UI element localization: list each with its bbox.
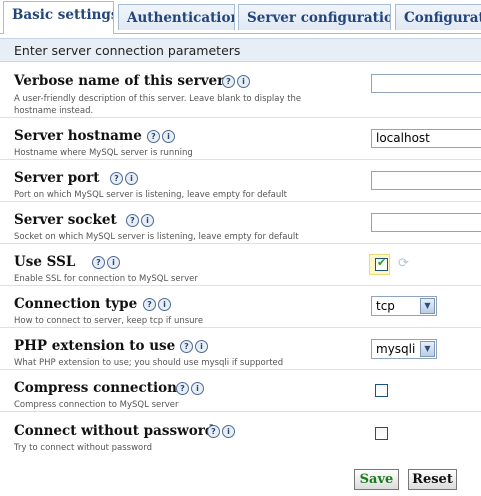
field-icons: ? i — [126, 214, 154, 227]
save-button[interactable]: Save — [354, 469, 399, 490]
row-server-socket: Server socket ? i Socket on which MySQL … — [0, 202, 481, 244]
field-icons: ? i — [176, 382, 204, 395]
server-port-input[interactable] — [371, 171, 481, 190]
help-icon[interactable]: ? — [147, 130, 160, 143]
info-icon[interactable]: i — [222, 425, 235, 438]
chevron-down-icon[interactable]: ▼ — [420, 298, 435, 314]
info-icon[interactable]: i — [141, 214, 154, 227]
info-icon[interactable]: i — [162, 130, 175, 143]
field-icons: ? i — [92, 256, 120, 269]
chevron-down-icon[interactable]: ▼ — [420, 341, 435, 357]
server-socket-input[interactable] — [371, 213, 481, 232]
field-title: Server port — [14, 170, 100, 186]
field-description: Port on which MySQL server is listening,… — [14, 190, 287, 200]
field-title: Verbose name of this server — [14, 73, 225, 89]
help-icon[interactable]: ? — [176, 382, 189, 395]
info-icon[interactable]: i — [125, 172, 138, 185]
field-title: Server socket — [14, 212, 117, 228]
tab-bar: Basic settings Authentication Server con… — [0, 0, 481, 34]
field-description: Hostname where MySQL server is running — [14, 148, 193, 158]
selected-value: tcp — [376, 299, 395, 313]
selected-value: mysqli — [376, 342, 416, 356]
info-icon[interactable]: i — [158, 298, 171, 311]
section-intro: Enter server connection parameters — [0, 38, 481, 62]
field-icons: ? i — [147, 130, 175, 143]
field-icons: ? i — [110, 172, 138, 185]
verbose-name-input[interactable] — [371, 74, 481, 93]
info-icon[interactable]: i — [237, 75, 250, 88]
row-use-ssl: Use SSL ? i Enable SSL for connection to… — [0, 244, 481, 286]
info-icon[interactable]: i — [107, 256, 120, 269]
tab-server-configuration[interactable]: Server configuration — [238, 4, 391, 30]
use-ssl-checkbox[interactable] — [375, 256, 388, 271]
row-php-extension: PHP extension to use ? i What PHP extens… — [0, 328, 481, 370]
field-description: Socket on which MySQL server is listenin… — [14, 232, 299, 242]
row-connection-type: Connection type ? i How to connect to se… — [0, 286, 481, 328]
row-server-hostname: Server hostname ? i Hostname where MySQL… — [0, 118, 481, 160]
field-description: How to connect to server, keep tcp if un… — [14, 316, 204, 326]
row-compress-connection: Compress connection ? i Compress connect… — [0, 370, 481, 412]
row-verbose-name: Verbose name of this server ? i A user-f… — [0, 63, 481, 118]
field-icons: ? i — [180, 340, 208, 353]
field-icons: ? i — [222, 75, 250, 88]
field-title: Server hostname — [14, 128, 142, 144]
connection-type-select[interactable]: tcp ▼ — [371, 296, 437, 316]
row-server-port: Server port ? i Port on which MySQL serv… — [0, 160, 481, 202]
tab-basic-settings[interactable]: Basic settings — [3, 1, 114, 34]
field-icons: ? i — [207, 425, 235, 438]
field-title: PHP extension to use — [14, 338, 176, 354]
reset-button[interactable]: Reset — [408, 469, 457, 490]
restore-default-icon[interactable]: ⟳ — [398, 256, 409, 271]
field-description: A user-friendly description of this serv… — [14, 94, 302, 116]
server-hostname-input[interactable]: localhost — [371, 129, 481, 148]
field-title: Connect without password — [14, 423, 215, 439]
help-icon[interactable]: ? — [222, 75, 235, 88]
help-icon[interactable]: ? — [126, 214, 139, 227]
field-description: Compress connection to MySQL server — [14, 400, 179, 410]
tab-configuration[interactable]: Configurati — [395, 4, 481, 30]
tab-authentication[interactable]: Authentication — [118, 4, 235, 30]
row-connect-without-password: Connect without password ? i Try to conn… — [0, 412, 481, 460]
help-icon[interactable]: ? — [207, 425, 220, 438]
field-description: Enable SSL for connection to MySQL serve… — [14, 274, 198, 284]
compress-connection-checkbox[interactable] — [375, 384, 388, 397]
field-description: What PHP extension to use; you should us… — [14, 358, 284, 368]
field-title: Compress connection — [14, 380, 177, 396]
help-icon[interactable]: ? — [92, 256, 105, 269]
field-title: Use SSL — [14, 254, 76, 270]
connect-without-password-checkbox[interactable] — [375, 427, 388, 440]
help-icon[interactable]: ? — [180, 340, 193, 353]
info-icon[interactable]: i — [191, 382, 204, 395]
field-description: Try to connect without password — [14, 443, 153, 453]
help-icon[interactable]: ? — [110, 172, 123, 185]
help-icon[interactable]: ? — [143, 298, 156, 311]
field-title: Connection type — [14, 296, 138, 312]
php-extension-select[interactable]: mysqli ▼ — [371, 339, 437, 359]
info-icon[interactable]: i — [195, 340, 208, 353]
field-icons: ? i — [143, 298, 171, 311]
